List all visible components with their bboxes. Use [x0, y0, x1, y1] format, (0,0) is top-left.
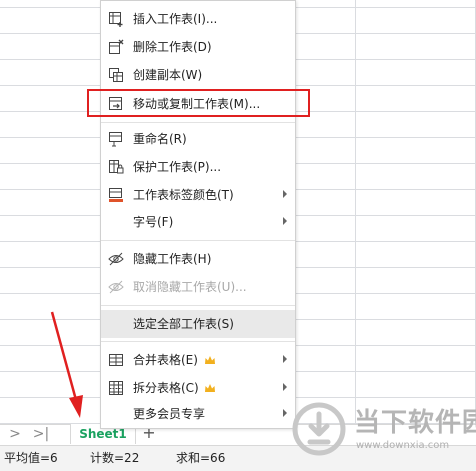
submenu-arrow-icon — [283, 190, 287, 198]
menu-item-font-size[interactable]: 字号(F) — [101, 208, 295, 236]
watermark-name: 当下软件园 — [354, 408, 476, 438]
menu-item-more-member[interactable]: 更多会员专享 — [101, 400, 295, 428]
menu-item-merge-tables[interactable]: 合并表格(E) — [101, 346, 295, 374]
menu-separator — [101, 122, 295, 123]
protect-sheet-icon — [109, 160, 124, 174]
unhide-eye-icon — [108, 280, 124, 294]
copy-sheet-icon — [109, 68, 123, 82]
menu-item-label: 拆分表格(C) — [133, 381, 199, 395]
menu-item-label: 合并表格(E) — [133, 353, 198, 367]
submenu-arrow-icon — [283, 217, 287, 225]
highlight-box — [87, 89, 310, 117]
watermark: 当下软件园 www.downxia.com — [290, 400, 476, 464]
status-average: 平均值=6 — [4, 451, 58, 465]
menu-item-label: 取消隐藏工作表(U)... — [133, 280, 247, 294]
menu-item-tab-color[interactable]: 工作表标签颜色(T) — [101, 181, 295, 209]
menu-item-create-copy[interactable]: 创建副本(W) — [101, 61, 295, 89]
menu-item-label: 选定全部工作表(S) — [133, 317, 234, 331]
submenu-arrow-icon — [283, 409, 287, 417]
menu-item-label: 工作表标签颜色(T) — [133, 188, 234, 202]
member-crown-icon — [205, 356, 215, 364]
menu-item-select-all-sheets[interactable]: 选定全部工作表(S) — [101, 310, 295, 338]
status-sum: 求和=66 — [176, 451, 226, 465]
menu-item-label: 删除工作表(D) — [133, 40, 212, 54]
tab-scroll-next-button[interactable]: > — [6, 426, 24, 442]
submenu-arrow-icon — [283, 355, 287, 363]
submenu-arrow-icon — [283, 383, 287, 391]
watermark-logo-icon — [292, 402, 346, 456]
delete-sheet-icon — [109, 39, 124, 54]
tab-scroll-last-button[interactable]: >| — [32, 426, 50, 442]
member-crown-icon — [205, 384, 215, 392]
menu-separator — [101, 240, 295, 241]
watermark-url: www.downxia.com — [356, 440, 450, 451]
menu-item-label: 插入工作表(I)... — [133, 12, 218, 26]
menu-item-label: 更多会员专享 — [133, 407, 206, 421]
hide-eye-icon — [108, 252, 124, 266]
menu-item-rename[interactable]: 重命名(R) — [101, 125, 295, 153]
tab-color-icon — [109, 188, 123, 202]
menu-separator — [101, 341, 295, 342]
menu-item-label: 字号(F) — [133, 215, 174, 229]
insert-sheet-icon — [109, 12, 123, 27]
menu-item-label: 重命名(R) — [133, 132, 187, 146]
split-table-icon — [109, 381, 123, 395]
menu-item-label: 创建副本(W) — [133, 68, 203, 82]
merge-table-icon — [109, 354, 123, 366]
menu-item-hide-sheet[interactable]: 隐藏工作表(H) — [101, 245, 295, 273]
menu-item-label: 保护工作表(P)... — [133, 160, 222, 174]
menu-separator — [101, 305, 295, 306]
sheet-tab-context-menu: 插入工作表(I)... 删除工作表(D) 创建副本(W) 移动或复制工作表(M)… — [100, 0, 296, 429]
menu-item-protect-sheet[interactable]: 保护工作表(P)... — [101, 153, 295, 181]
menu-item-delete-sheet[interactable]: 删除工作表(D) — [101, 33, 295, 61]
menu-item-insert-sheet[interactable]: 插入工作表(I)... — [101, 5, 295, 33]
menu-item-label: 隐藏工作表(H) — [133, 252, 212, 266]
menu-item-split-table[interactable]: 拆分表格(C) — [101, 374, 295, 402]
rename-icon — [109, 132, 122, 147]
status-count: 计数=22 — [90, 451, 140, 465]
menu-item-unhide-sheet[interactable]: 取消隐藏工作表(U)... — [101, 273, 295, 301]
